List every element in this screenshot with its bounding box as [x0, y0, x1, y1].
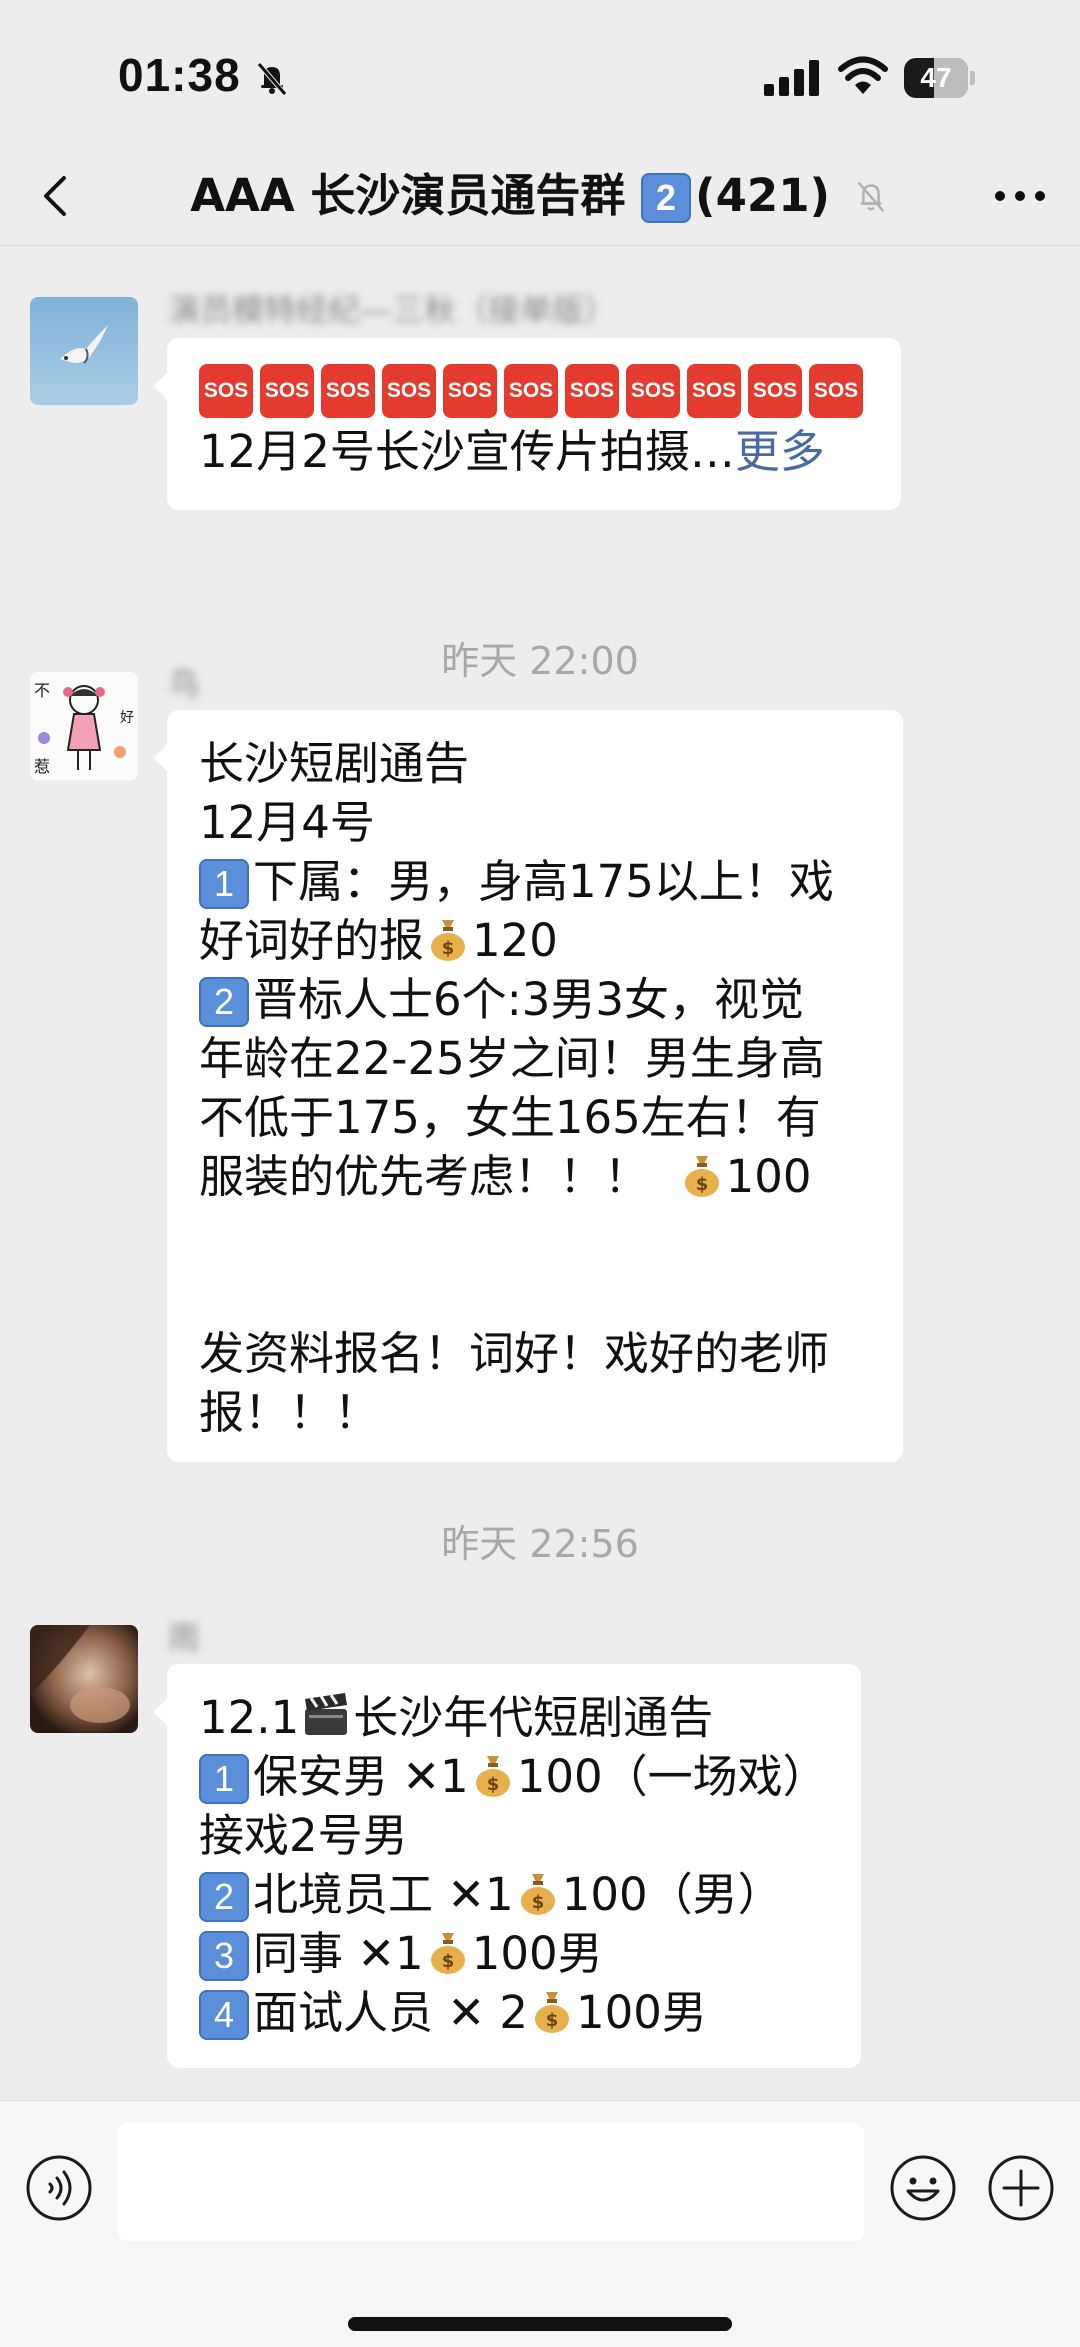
message-text: 12月2号长沙宣传片拍摄… [199, 425, 735, 478]
more-link[interactable]: 更多 [735, 425, 825, 478]
input-bar [0, 2100, 1080, 2347]
sender-name: 雨 [168, 1619, 201, 1657]
sos-icon: SOS [626, 364, 680, 418]
price: 100男 [471, 1927, 603, 1980]
plus-icon[interactable] [986, 2153, 1056, 2223]
message-line: 长沙短剧通告 [199, 737, 470, 790]
message-line: 好词好的报 [199, 914, 425, 967]
svg-text:好: 好 [120, 710, 134, 726]
svg-text:$: $ [486, 1774, 499, 1795]
number-badge: 1 [199, 859, 249, 909]
sender-name: 演员模特经纪—三秋（接单版） [168, 291, 617, 329]
price: 100（一场戏） [516, 1750, 828, 1803]
sos-row: SOS SOS SOS SOS SOS SOS SOS SOS SOS SOS SOS [199, 358, 869, 418]
quantity: 1 [485, 1868, 514, 1921]
sos-icon: SOS [199, 364, 253, 418]
number-badge: 1 [199, 1754, 249, 1804]
price: 100（男） [561, 1868, 783, 1921]
message-bubble[interactable]: 12.1 长沙年代短剧通告 1 保安男 ✕1 $100（一场戏） 接戏2号男 2 北境员… [153, 1664, 861, 2068]
svg-text:不: 不 [34, 681, 50, 700]
number-badge: 2 [199, 977, 249, 1027]
clapperboard-icon [305, 1693, 348, 1735]
more-icon[interactable] [992, 178, 1048, 214]
svg-text:$: $ [531, 1892, 544, 1913]
timestamp: 昨天 22:56 [441, 1522, 639, 1566]
sos-icon: SOS [443, 364, 497, 418]
timestamp: 昨天 22:00 [441, 639, 639, 683]
message-line: 服装的优先考虑！！！ [199, 1150, 650, 1203]
message-line: 同事 [253, 1927, 344, 1980]
message-line: 不低于175，女生165左右！有 [199, 1091, 821, 1144]
message-bubble[interactable]: 长沙短剧通告 12月4号 1 下属：男，身高175以上！戏 好词好的报 $120 2… [153, 710, 903, 1462]
message-line: 发资料报名！词好！戏好的老师 [199, 1327, 830, 1380]
message-line: 年龄在22-25岁之间！男生身高 [199, 1032, 825, 1085]
message-list[interactable]: 演员模特经纪—三秋（接单版） SOS SOS SOS SOS SOS SOS SOS SOS S… [0, 247, 1080, 2100]
home-indicator[interactable] [348, 2317, 732, 2331]
emoji-icon[interactable] [888, 2153, 958, 2223]
number-badge: 3 [199, 1931, 249, 1981]
money-bag-icon: $ [520, 1874, 555, 1915]
sender-name: 鸟 [168, 665, 201, 703]
message-line: 下属：男，身高175以上！戏 [253, 855, 834, 908]
signal-icon [764, 60, 819, 96]
avatar[interactable]: 不 惹 好 [30, 672, 138, 780]
sos-icon: SOS [809, 364, 863, 418]
bell-slash-icon [257, 62, 287, 96]
member-count: (421) [695, 169, 831, 222]
message-input[interactable] [118, 2123, 864, 2241]
svg-text:$: $ [695, 1174, 708, 1195]
sos-icon: SOS [504, 364, 558, 418]
message-line: 保安男 [253, 1750, 389, 1803]
girl-drawing-avatar-image: 不 惹 好 [30, 672, 138, 780]
sos-icon: SOS [260, 364, 314, 418]
price: 100 [725, 1150, 812, 1203]
money-bag-icon: $ [431, 920, 466, 961]
status-time: 01:38 [118, 49, 241, 101]
battery-level: 47 [920, 62, 952, 93]
price: 120 [472, 914, 558, 967]
money-bag-icon: $ [684, 1156, 719, 1197]
svg-text:$: $ [546, 2010, 559, 2031]
message-bubble[interactable]: SOS SOS SOS SOS SOS SOS SOS SOS SOS SOS SOS 12月2号长… [153, 338, 901, 510]
message-line: 长沙年代短剧通告 [353, 1691, 714, 1744]
sos-icon: SOS [565, 364, 619, 418]
sos-icon: SOS [687, 364, 741, 418]
group-name: AAA 长沙演员通告群 [190, 169, 626, 222]
quantity: 2 [499, 1986, 528, 2039]
photo-avatar-image [30, 1625, 138, 1733]
message-line: 报！！！ [199, 1386, 380, 1439]
money-bag-icon: $ [430, 1933, 465, 1974]
chat-title: AAA 长沙演员通告群 2 (421) [150, 166, 930, 226]
svg-text:$: $ [442, 938, 455, 959]
money-bag-icon: $ [475, 1756, 510, 1797]
voice-icon[interactable] [24, 2153, 94, 2223]
chat-header: AAA 长沙演员通告群 2 (421) [0, 150, 1080, 246]
status-bar: 01:38 47 [0, 0, 1080, 150]
title-badge: 2 [641, 173, 692, 223]
back-icon[interactable] [36, 166, 76, 226]
svg-text:$: $ [441, 1951, 454, 1972]
message-line: 北境员工 [253, 1868, 434, 1921]
sos-icon: SOS [321, 364, 375, 418]
quantity: 1 [440, 1750, 469, 1803]
bird-avatar-image [30, 297, 138, 405]
message-line: 晋标人士6个:3男3女，视觉 [253, 973, 805, 1026]
bell-slash-icon [857, 181, 885, 212]
avatar[interactable] [30, 297, 138, 405]
message-line: 12.1 [199, 1691, 300, 1744]
price: 100男 [576, 1986, 707, 2039]
avatar[interactable] [30, 1625, 138, 1733]
number-badge: 4 [199, 1990, 249, 2040]
sos-icon: SOS [748, 364, 802, 418]
message-line: 接戏2号男 [199, 1809, 408, 1862]
message-line: 面试人员 [253, 1986, 434, 2039]
battery-icon: 47 [904, 58, 976, 98]
message-line: 12月4号 [199, 796, 375, 849]
quantity: 1 [395, 1927, 424, 1980]
sos-icon: SOS [382, 364, 436, 418]
svg-text:惹: 惹 [34, 757, 50, 776]
number-badge: 2 [199, 1872, 249, 1922]
wifi-icon [838, 56, 888, 94]
money-bag-icon: $ [535, 1992, 569, 2033]
